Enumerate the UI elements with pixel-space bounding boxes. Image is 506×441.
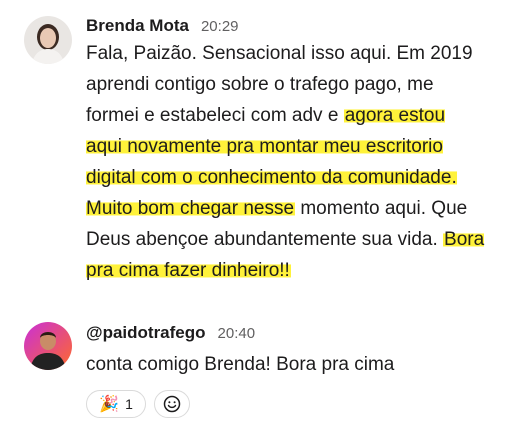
- user-avatar-brenda-icon: [24, 16, 72, 64]
- reaction-party-popper[interactable]: 🎉 1: [86, 390, 146, 418]
- message-time[interactable]: 20:40: [218, 325, 256, 342]
- message-time[interactable]: 20:29: [201, 18, 239, 35]
- user-avatar-paidotrafego-icon: [24, 322, 72, 370]
- message-text: conta comigo Brenda! Bora pra cima: [86, 354, 395, 375]
- message-text: Fala, Paizão. Sensacional isso aqui. Em …: [86, 38, 486, 286]
- add-reaction-icon: [163, 395, 181, 413]
- reactions-bar: 🎉 1: [86, 390, 190, 418]
- author-name[interactable]: Brenda Mota: [86, 16, 189, 36]
- author-name[interactable]: @paidotrafego: [86, 323, 206, 343]
- add-reaction-button[interactable]: [154, 390, 190, 418]
- avatar[interactable]: [24, 16, 72, 64]
- avatar[interactable]: [24, 322, 72, 370]
- message-header: @paidotrafego 20:40: [86, 323, 255, 343]
- message-header: Brenda Mota 20:29: [86, 16, 239, 36]
- party-popper-icon: 🎉: [99, 396, 120, 413]
- reaction-count: 1: [125, 396, 133, 412]
